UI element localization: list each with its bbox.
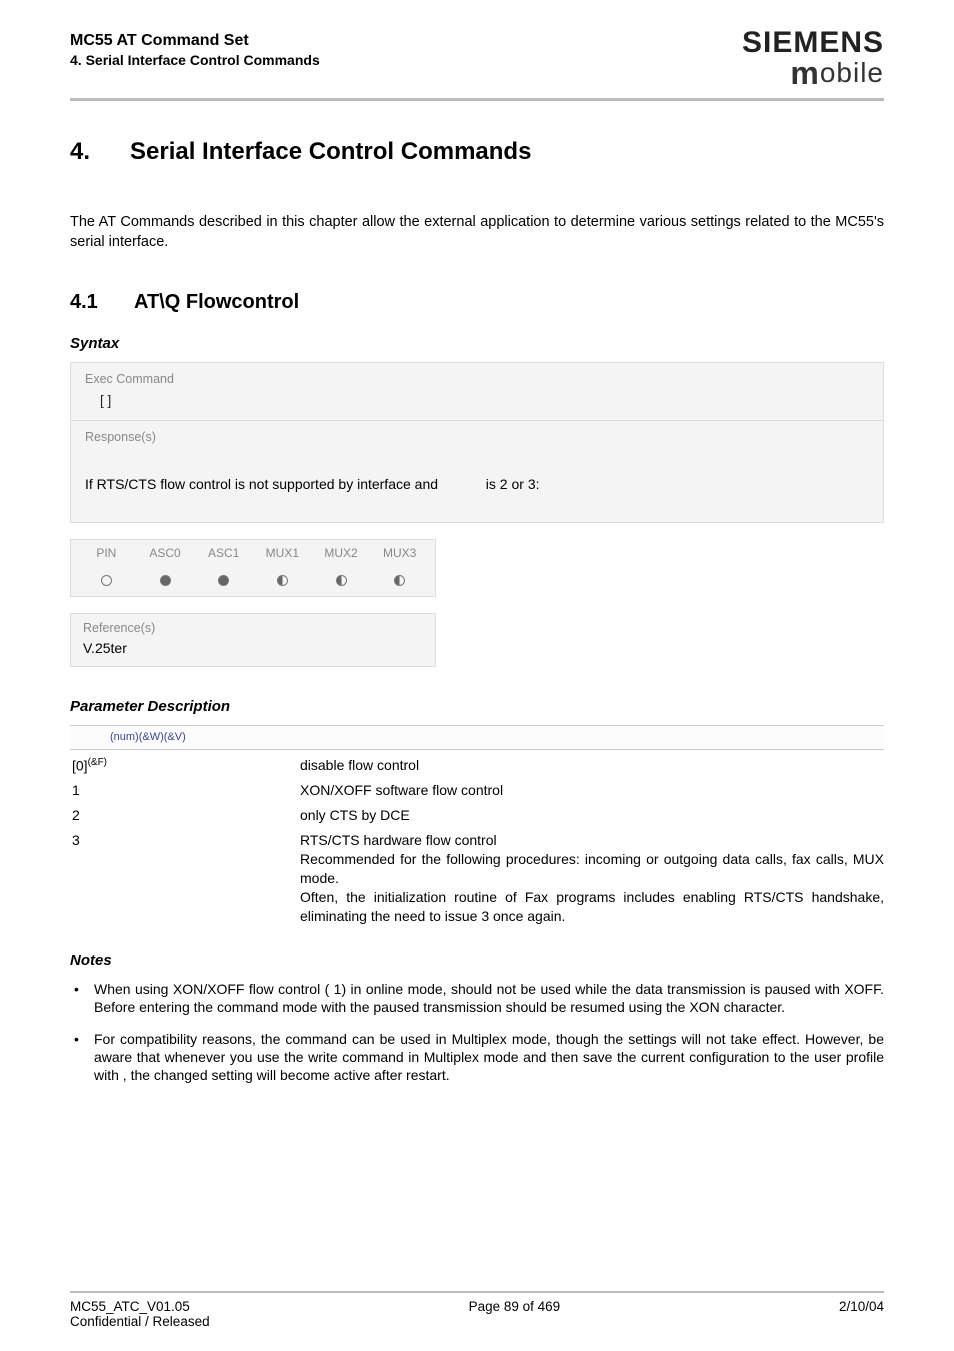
exec-command-value: [ ] (71, 392, 883, 420)
footer-center: Page 89 of 469 (469, 1299, 561, 1314)
circle-half-icon (277, 575, 288, 586)
circle-empty-icon (101, 575, 112, 586)
pin-col-4: MUX2 (312, 545, 371, 561)
parameter-description-label: Parameter Description (70, 697, 884, 717)
param-val: only CTS by DCE (300, 806, 884, 825)
brand-block: SIEMENS mobile (742, 28, 884, 92)
note-item: For compatibility reasons, the command c… (70, 1030, 884, 1085)
param-row: 1 XON/XOFF software flow control (70, 781, 884, 800)
header-left: MC55 AT Command Set 4. Serial Interface … (70, 28, 320, 68)
mobile-logo-m: m (790, 55, 819, 91)
subsection-num: 4.1 (70, 289, 134, 316)
page-header: MC55 AT Command Set 4. Serial Interface … (0, 0, 954, 101)
intro-paragraph: The AT Commands described in this chapte… (70, 213, 884, 252)
param-val: disable flow control (300, 756, 884, 775)
parameter-table: [0](&F) disable flow control 1 XON/XOFF … (70, 756, 884, 926)
footer-rule (70, 1291, 884, 1293)
circle-half-icon (336, 575, 347, 586)
response-text-a: If RTS/CTS flow control is not supported… (85, 476, 442, 492)
param-row: [0](&F) disable flow control (70, 756, 884, 776)
pin-col-3: MUX1 (253, 545, 312, 561)
parameter-head: (num)(&W)(&V) (70, 725, 884, 750)
param-key: 1 (70, 781, 300, 800)
circle-full-icon (218, 575, 229, 586)
notes-label: Notes (70, 951, 884, 971)
siemens-logo: SIEMENS (742, 28, 884, 58)
response-text-b: is 2 or 3: (482, 476, 540, 492)
param-key: 2 (70, 806, 300, 825)
circle-full-icon (160, 575, 171, 586)
pin-col-5: MUX3 (370, 545, 429, 561)
mobile-logo-rest: obile (820, 57, 884, 88)
section-heading: 4.Serial Interface Control Commands (70, 136, 884, 168)
doc-title: MC55 AT Command Set (70, 32, 320, 50)
circle-half-icon (394, 575, 405, 586)
exec-command-box: Exec Command [ ] Response(s) If RTS/CTS … (70, 362, 884, 524)
syntax-label: Syntax (70, 334, 884, 354)
exec-command-label: Exec Command (71, 363, 883, 392)
pin-head: PIN ASC0 ASC1 MUX1 MUX2 MUX3 (71, 540, 435, 566)
reference-label: Reference(s) (71, 614, 435, 639)
param-key: 3 (70, 831, 300, 850)
response-value: If RTS/CTS flow control is not supported… (71, 450, 883, 523)
response-label: Response(s) (71, 421, 883, 450)
notes-list: When using XON/XOFF flow control ( 1) in… (70, 980, 884, 1085)
header-section-subtitle: 4. Serial Interface Control Commands (70, 52, 320, 68)
note-item: When using XON/XOFF flow control ( 1) in… (70, 980, 884, 1016)
subsection-heading: 4.1AT\Q Flowcontrol (70, 289, 884, 316)
footer-left-2: Confidential / Released (70, 1314, 884, 1329)
mobile-logo: mobile (742, 55, 884, 92)
reference-value: V.25ter (71, 639, 435, 666)
footer-row: MC55_ATC_V01.05 Page 89 of 469 2/10/04 (70, 1299, 884, 1314)
page-footer: MC55_ATC_V01.05 Page 89 of 469 2/10/04 C… (0, 1291, 954, 1329)
pin-col-0: PIN (77, 545, 136, 561)
section-num: 4. (70, 136, 130, 168)
pin-col-1: ASC0 (136, 545, 195, 561)
header-row: MC55 AT Command Set 4. Serial Interface … (70, 28, 884, 92)
param-val: XON/XOFF software flow control (300, 781, 884, 800)
param-row: 2 only CTS by DCE (70, 806, 884, 825)
pin-icons (71, 567, 435, 596)
subsection-title: AT\Q Flowcontrol (134, 291, 299, 313)
pin-box: PIN ASC0 ASC1 MUX1 MUX2 MUX3 (70, 539, 436, 596)
param-row: 3 RTS/CTS hardware flow control Recommen… (70, 831, 884, 925)
content: 4.Serial Interface Control Commands The … (0, 101, 954, 1085)
footer-left: MC55_ATC_V01.05 (70, 1299, 190, 1314)
section-title: Serial Interface Control Commands (130, 138, 531, 165)
footer-right: 2/10/04 (839, 1299, 884, 1314)
pin-col-2: ASC1 (194, 545, 253, 561)
param-key: [0](&F) (70, 756, 300, 776)
reference-box: Reference(s) V.25ter (70, 613, 436, 667)
param-val: RTS/CTS hardware flow control Recommende… (300, 831, 884, 925)
